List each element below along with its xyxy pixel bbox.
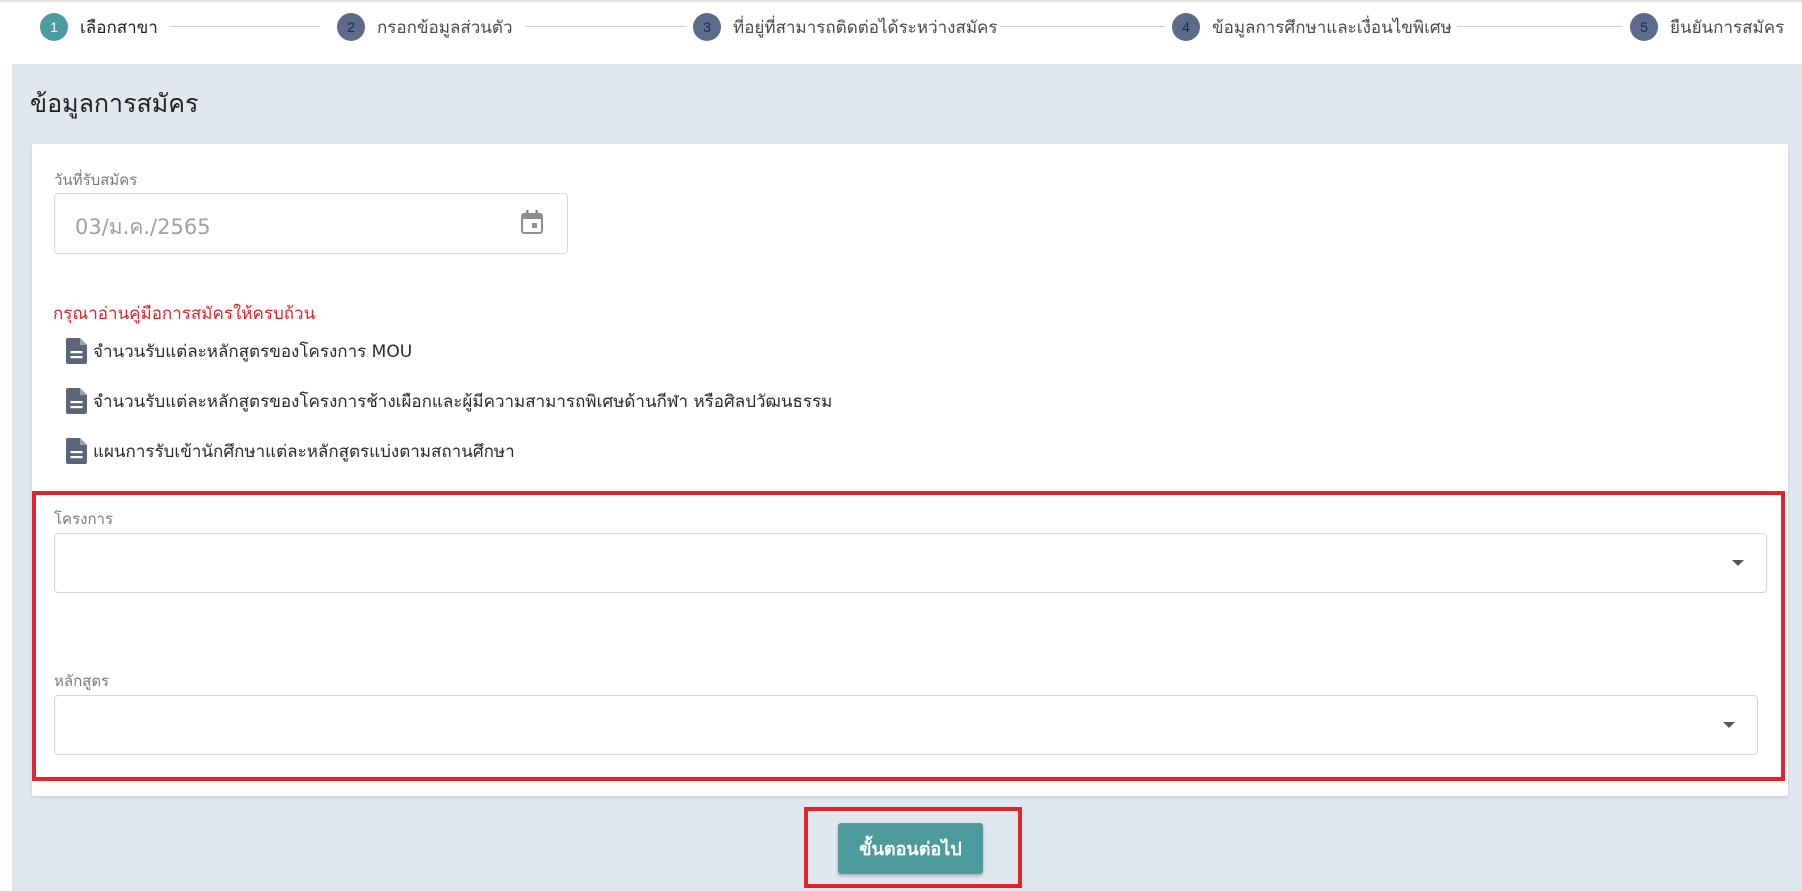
selection-highlight-frame <box>32 491 1785 781</box>
document-link-admission-plan[interactable]: แผนการรับเข้านักศึกษาแต่ละหลักสูตรแบ่งตา… <box>66 438 515 464</box>
step-4-number: 4 <box>1172 13 1200 41</box>
application-date-field[interactable]: 03/ม.ค./2565 <box>54 193 568 254</box>
step-2-label: กรอกข้อมูลส่วนตัว <box>377 17 513 38</box>
next-step-button[interactable]: ขั้นตอนต่อไป <box>838 823 983 874</box>
document-icon <box>66 338 87 364</box>
manual-warning-text: กรุณาอ่านคู่มือการสมัครให้ครบถ้วน <box>53 304 316 324</box>
progress-stepper: 1 เลือกสาขา 2 กรอกข้อมูลส่วนตัว 3 ที่อยู… <box>0 0 1802 64</box>
step-3-label: ที่อยู่ที่สามารถติดต่อได้ระหว่างสมัคร <box>733 17 998 38</box>
page-title: ข้อมูลการสมัคร <box>30 89 199 118</box>
application-date-value: 03/ม.ค./2565 <box>75 215 211 239</box>
step-connector <box>1000 26 1165 27</box>
step-5[interactable]: 5 ยืนยันการสมัคร <box>1630 12 1784 42</box>
step-5-number: 5 <box>1630 13 1658 41</box>
step-connector <box>526 26 686 27</box>
step-4-label: ข้อมูลการศึกษาและเงื่อนไขพิเศษ <box>1212 17 1452 38</box>
document-link-label: จำนวนรับแต่ละหลักสูตรของโครงการ MOU <box>93 341 413 362</box>
step-1-label: เลือกสาขา <box>80 17 158 38</box>
step-2[interactable]: 2 กรอกข้อมูลส่วนตัว <box>337 12 513 42</box>
step-connector <box>170 26 320 27</box>
document-link-label: จำนวนรับแต่ละหลักสูตรของโครงการช้างเผือก… <box>93 391 833 412</box>
document-icon <box>66 388 87 414</box>
document-link-special-talent[interactable]: จำนวนรับแต่ละหลักสูตรของโครงการช้างเผือก… <box>66 388 832 414</box>
step-3[interactable]: 3 ที่อยู่ที่สามารถติดต่อได้ระหว่างสมัคร <box>693 12 998 42</box>
step-2-number: 2 <box>337 13 365 41</box>
document-link-mou[interactable]: จำนวนรับแต่ละหลักสูตรของโครงการ MOU <box>66 338 412 364</box>
step-1-number: 1 <box>40 13 68 41</box>
step-1[interactable]: 1 เลือกสาขา <box>40 12 158 42</box>
step-connector <box>1457 26 1622 27</box>
document-icon <box>66 438 87 464</box>
document-link-label: แผนการรับเข้านักศึกษาแต่ละหลักสูตรแบ่งตา… <box>93 441 515 462</box>
step-3-number: 3 <box>693 13 721 41</box>
step-4[interactable]: 4 ข้อมูลการศึกษาและเงื่อนไขพิเศษ <box>1172 12 1452 42</box>
calendar-icon[interactable] <box>521 210 543 234</box>
step-5-label: ยืนยันการสมัคร <box>1670 17 1785 38</box>
application-date-label: วันที่รับสมัคร <box>54 171 138 189</box>
